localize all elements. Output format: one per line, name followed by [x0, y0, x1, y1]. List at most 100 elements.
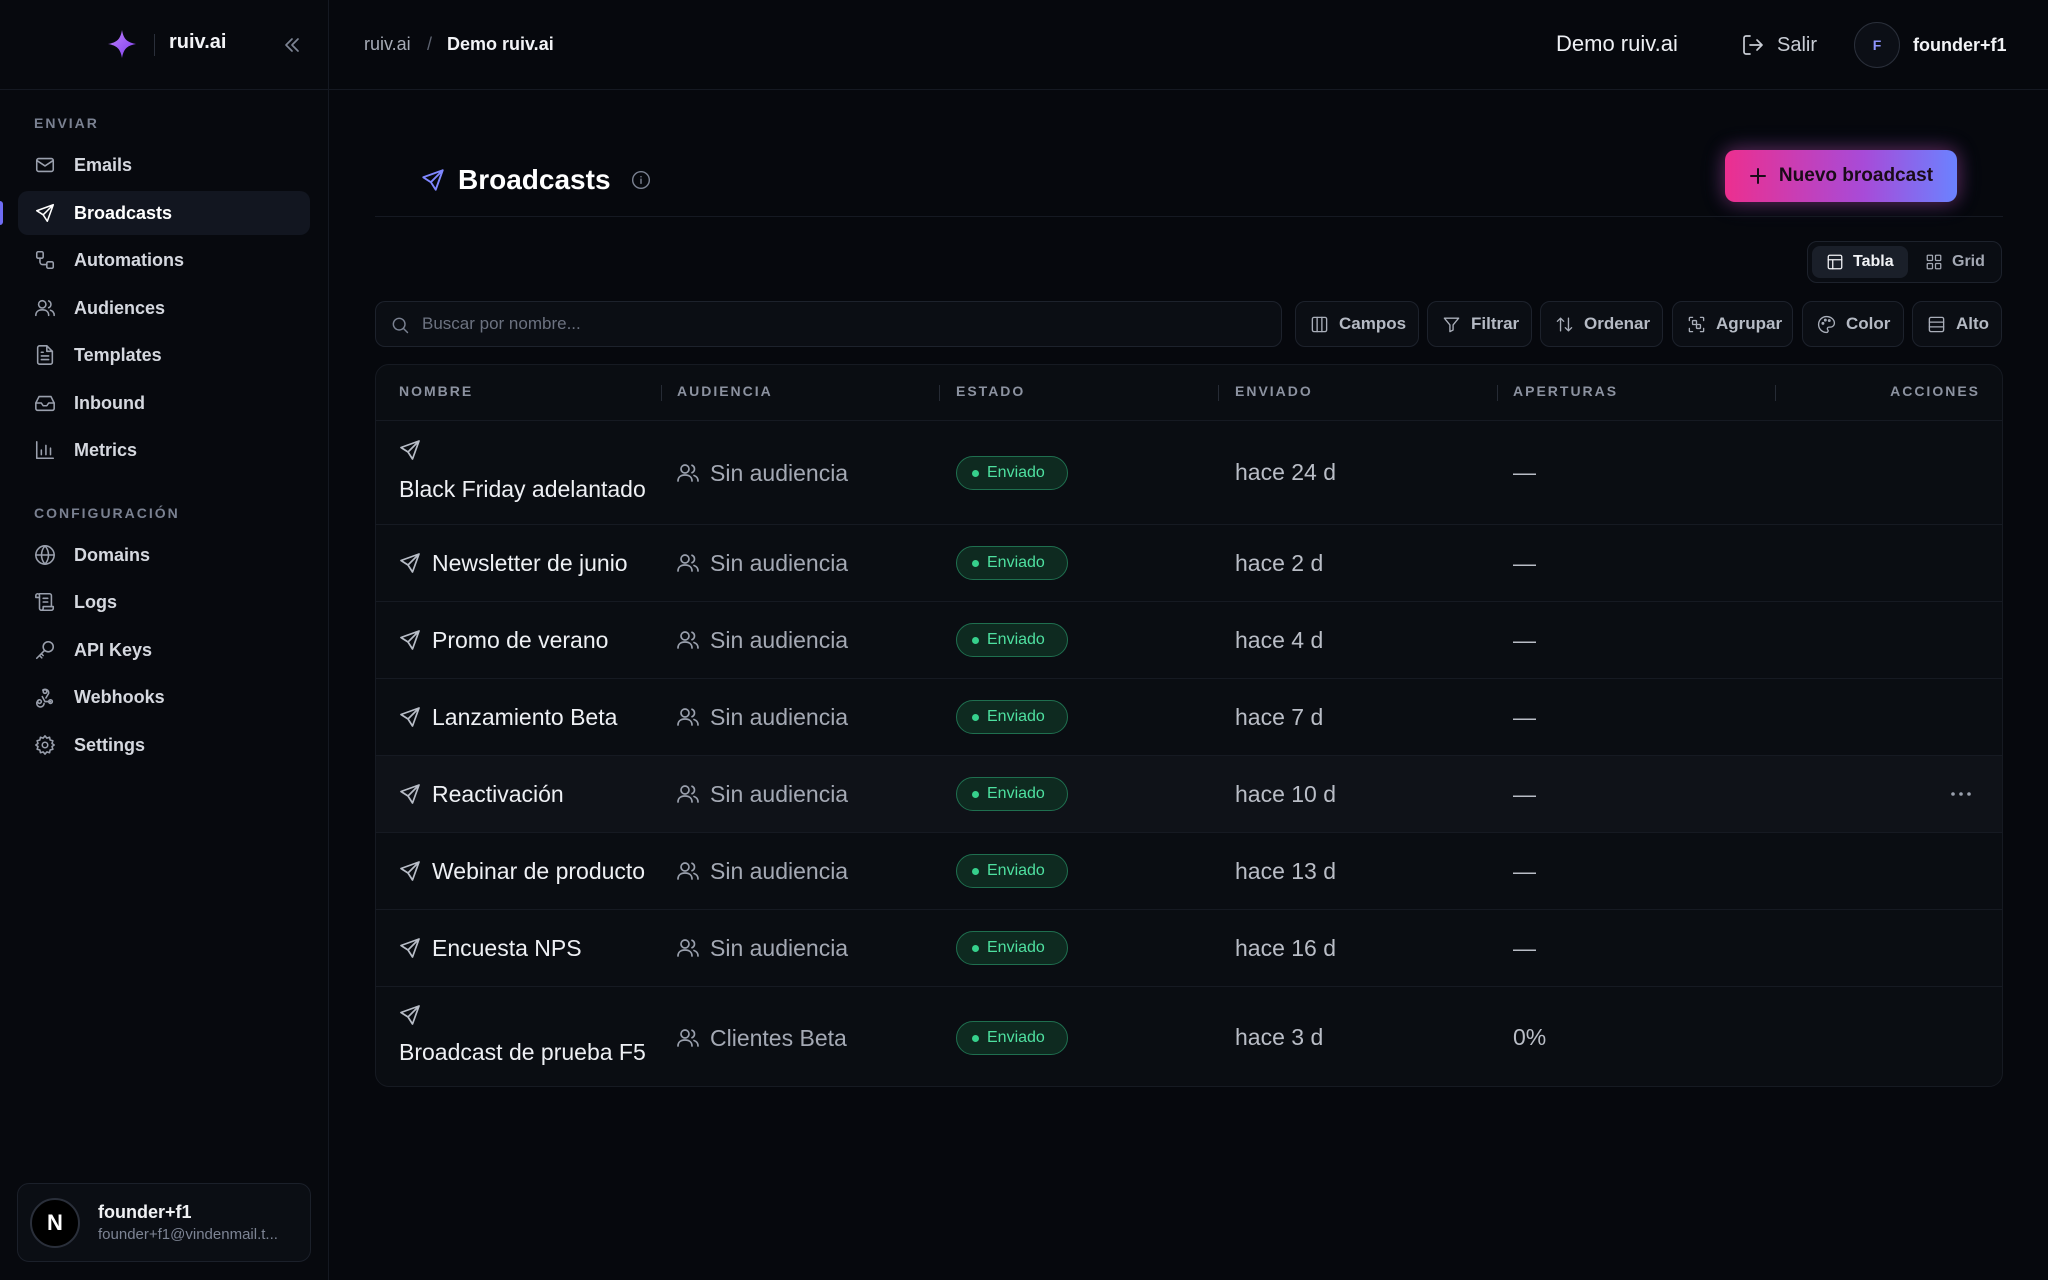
- opens-value: —: [1513, 627, 1536, 653]
- sidebar-item-broadcasts[interactable]: Broadcasts: [18, 191, 310, 235]
- opens-value: —: [1513, 858, 1536, 884]
- column-header-status[interactable]: ESTADO: [956, 383, 1025, 399]
- table-row[interactable]: Broadcast de prueba F5 Clientes Beta Env…: [376, 987, 2002, 1086]
- sidebar-item-label: API Keys: [74, 640, 153, 660]
- table-row[interactable]: Reactivación Sin audiencia Enviado hace …: [376, 756, 2002, 833]
- table-header: NOMBRE AUDIENCIA ESTADO ENVIADO APERTURA…: [376, 365, 2002, 421]
- column-header-sent[interactable]: ENVIADO: [1235, 383, 1313, 399]
- sidebar-item-logs[interactable]: Logs: [18, 580, 310, 624]
- row-height-button[interactable]: Alto: [1912, 301, 2002, 347]
- broadcast-name[interactable]: Lanzamiento Beta: [432, 704, 617, 731]
- sidebar-item-webhooks[interactable]: Webhooks: [18, 675, 310, 719]
- sidebar-item-domains[interactable]: Domains: [18, 533, 310, 577]
- opens-value: 0%: [1513, 1024, 1547, 1050]
- status-badge: Enviado: [956, 546, 1068, 580]
- section-label-config: CONFIGURACIÓN: [34, 505, 180, 521]
- workspace-name[interactable]: Demo ruiv.ai: [1556, 31, 1678, 57]
- globe-icon: [35, 545, 55, 565]
- broadcast-name[interactable]: Newsletter de junio: [432, 550, 628, 577]
- status-dot: [972, 636, 979, 644]
- audience-cell: Sin audiencia: [676, 702, 848, 732]
- sidebar-item-inbound[interactable]: Inbound: [18, 381, 310, 425]
- column-header-name[interactable]: NOMBRE: [399, 383, 473, 399]
- view-grid-label: Grid: [1952, 253, 1985, 270]
- sidebar-item-label: Logs: [74, 592, 117, 612]
- info-icon[interactable]: [631, 170, 651, 190]
- search-input[interactable]: [422, 302, 1262, 346]
- logout-label: Salir: [1777, 33, 1818, 56]
- color-button[interactable]: Color: [1802, 301, 1904, 347]
- table-row[interactable]: Promo de verano Sin audiencia Enviado ha…: [376, 602, 2002, 679]
- broadcasts-table: NOMBRE AUDIENCIA ESTADO ENVIADO APERTURA…: [375, 364, 2003, 1087]
- broadcast-name[interactable]: Broadcast de prueba F5: [399, 1039, 646, 1066]
- collapse-sidebar-icon[interactable]: [282, 33, 302, 57]
- column-divider: [939, 385, 940, 401]
- fields-button[interactable]: Campos: [1295, 301, 1419, 347]
- table-row[interactable]: Encuesta NPS Sin audiencia Enviado hace …: [376, 910, 2002, 987]
- sidebar-item-automations[interactable]: Automations: [18, 238, 310, 282]
- opens-value: —: [1513, 550, 1536, 576]
- table-row[interactable]: Lanzamiento Beta Sin audiencia Enviado h…: [376, 679, 2002, 756]
- sort-button[interactable]: Ordenar: [1540, 301, 1663, 347]
- user-menu[interactable]: F founder+f1: [1854, 22, 2007, 68]
- table-row[interactable]: Newsletter de junio Sin audiencia Enviad…: [376, 525, 2002, 602]
- filter-button[interactable]: Filtrar: [1427, 301, 1532, 347]
- view-grid-button[interactable]: Grid: [1913, 246, 1999, 278]
- broadcast-name[interactable]: Webinar de producto: [432, 858, 645, 885]
- sent-time: hace 16 d: [1235, 935, 1337, 961]
- sidebar-item-label: Emails: [74, 155, 133, 175]
- bar-chart-icon: [35, 440, 55, 460]
- users-icon: [677, 708, 699, 726]
- audience-cell: Sin audiencia: [676, 458, 848, 488]
- sidebar-item-audiences[interactable]: Audiences: [18, 286, 310, 330]
- key-icon: [35, 640, 55, 660]
- send-icon: [400, 938, 420, 958]
- status-badge: Enviado: [956, 777, 1068, 811]
- status-label: Enviado: [987, 554, 1045, 571]
- column-header-audience[interactable]: AUDIENCIA: [677, 383, 773, 399]
- users-icon: [677, 554, 699, 572]
- users-icon: [677, 1029, 699, 1047]
- send-icon: [400, 707, 420, 727]
- view-table-label: Tabla: [1853, 253, 1894, 270]
- sort-icon: [1556, 316, 1573, 332]
- brand-divider: [154, 34, 155, 56]
- send-icon: [400, 861, 420, 881]
- broadcast-name[interactable]: Encuesta NPS: [432, 935, 582, 962]
- group-button[interactable]: Agrupar: [1672, 301, 1793, 347]
- sidebar-item-api-keys[interactable]: API Keys: [18, 628, 310, 672]
- status-dot: [972, 790, 979, 798]
- table-row[interactable]: Webinar de producto Sin audiencia Enviad…: [376, 833, 2002, 910]
- audience-cell: Sin audiencia: [676, 933, 848, 963]
- opens-value: —: [1513, 704, 1536, 730]
- webhook-icon: [35, 688, 54, 708]
- sidebar-item-metrics[interactable]: Metrics: [18, 428, 310, 472]
- breadcrumb-root[interactable]: ruiv.ai: [364, 34, 411, 55]
- users-icon: [677, 939, 699, 957]
- logout-button[interactable]: Salir: [1741, 30, 1817, 60]
- account-card[interactable]: N founder+f1 founder+f1@vindenmail.t...: [17, 1183, 311, 1262]
- more-actions-icon[interactable]: [1948, 781, 1974, 807]
- column-header-opens[interactable]: APERTURAS: [1513, 383, 1618, 399]
- broadcast-name[interactable]: Promo de verano: [432, 627, 608, 654]
- palette-icon: [1817, 315, 1836, 333]
- broadcast-name[interactable]: Black Friday adelantado: [399, 476, 646, 503]
- sidebar-item-templates[interactable]: Templates: [18, 333, 310, 377]
- audience-label: Clientes Beta: [710, 1024, 847, 1051]
- sparkle-logo-icon: [108, 30, 136, 58]
- audience-cell: Sin audiencia: [676, 779, 848, 809]
- sidebar-item-settings[interactable]: Settings: [18, 723, 310, 767]
- view-table-button[interactable]: Tabla: [1812, 246, 1908, 278]
- status-badge: Enviado: [956, 623, 1068, 657]
- send-icon: [400, 553, 420, 573]
- opens-value: —: [1513, 781, 1536, 807]
- table-row[interactable]: Black Friday adelantado Sin audiencia En…: [376, 422, 2002, 525]
- broadcast-name[interactable]: Reactivación: [432, 781, 564, 808]
- sidebar-item-label: Domains: [74, 545, 151, 565]
- sent-time: hace 2 d: [1235, 550, 1324, 576]
- sidebar-item-emails[interactable]: Emails: [18, 143, 310, 187]
- new-broadcast-button[interactable]: Nuevo broadcast: [1725, 150, 1957, 202]
- audience-cell: Sin audiencia: [676, 625, 848, 655]
- table-icon: [1827, 254, 1843, 270]
- audience-label: Sin audiencia: [710, 549, 849, 576]
